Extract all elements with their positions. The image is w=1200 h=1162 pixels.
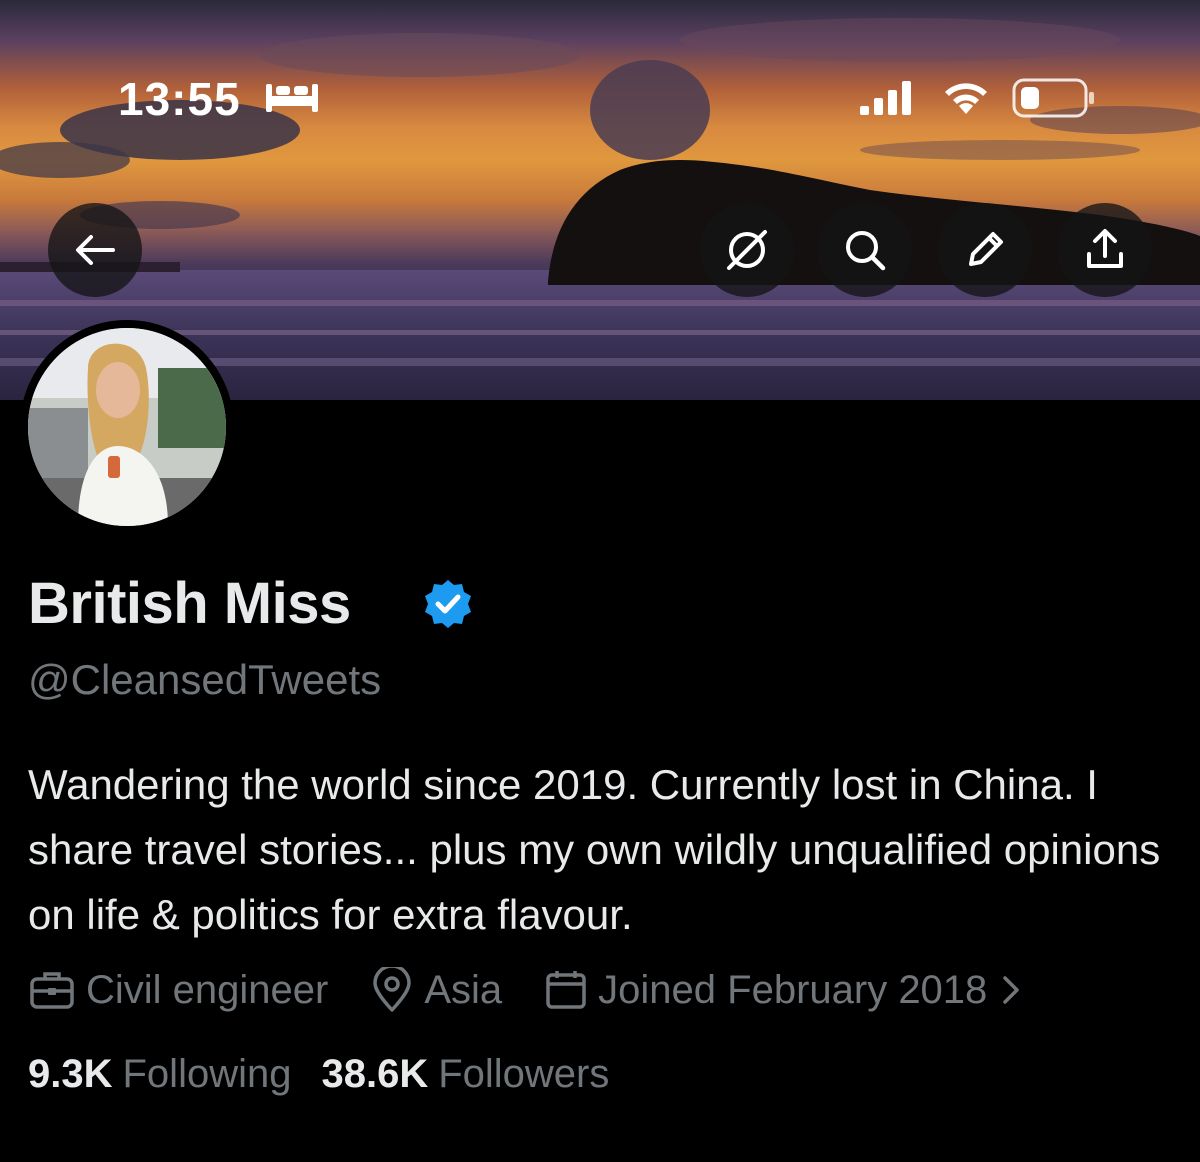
status-time: 13:55 — [118, 73, 241, 125]
followers-link[interactable]: 38.6K Followers — [321, 1052, 609, 1097]
location-pin-icon — [373, 967, 412, 1012]
grok-icon — [727, 230, 767, 270]
profile-meta: Civil engineer Asia Joined February 2018 — [28, 962, 1031, 1018]
following-count: 9.3K — [28, 1052, 113, 1096]
search-button[interactable] — [818, 203, 912, 297]
followers-count: 38.6K — [321, 1052, 429, 1096]
battery-icon — [1012, 78, 1094, 118]
share-icon — [1087, 229, 1123, 268]
profession-text: Civil engineer — [86, 967, 329, 1012]
chevron-right-icon — [1003, 976, 1020, 1004]
calendar-icon — [546, 971, 586, 1009]
wifi-icon — [945, 83, 987, 114]
profession-item: Civil engineer — [28, 968, 328, 1013]
grok-button[interactable] — [700, 203, 794, 297]
search-icon — [846, 231, 886, 271]
arrow-left-icon — [76, 235, 115, 265]
followers-label: Followers — [438, 1052, 610, 1096]
status-bar: 13:55 — [0, 0, 1200, 200]
bed-icon — [266, 84, 318, 112]
back-button[interactable] — [48, 203, 142, 297]
verified-badge-icon[interactable] — [422, 578, 474, 630]
profile-avatar[interactable] — [28, 328, 226, 526]
location-item: Asia — [370, 967, 502, 1013]
joined-text: Joined February 2018 — [598, 967, 988, 1012]
edit-button[interactable] — [938, 203, 1032, 297]
display-name: British Miss — [28, 571, 351, 636]
avatar-photo — [28, 328, 226, 526]
joined-item[interactable]: Joined February 2018 — [544, 968, 1031, 1013]
pencil-icon — [969, 232, 1003, 266]
follow-stats: 9.3K Following 38.6K Followers — [28, 1052, 639, 1097]
cellular-signal-icon — [860, 81, 911, 115]
share-button[interactable] — [1058, 203, 1152, 297]
following-link[interactable]: 9.3K Following — [28, 1052, 291, 1097]
following-label: Following — [122, 1052, 292, 1096]
location-text: Asia — [424, 967, 503, 1012]
briefcase-icon — [30, 972, 74, 1009]
profile-handle: @CleansedTweets — [28, 656, 382, 703]
profile-bio: Wandering the world since 2019. Currentl… — [28, 761, 1161, 938]
